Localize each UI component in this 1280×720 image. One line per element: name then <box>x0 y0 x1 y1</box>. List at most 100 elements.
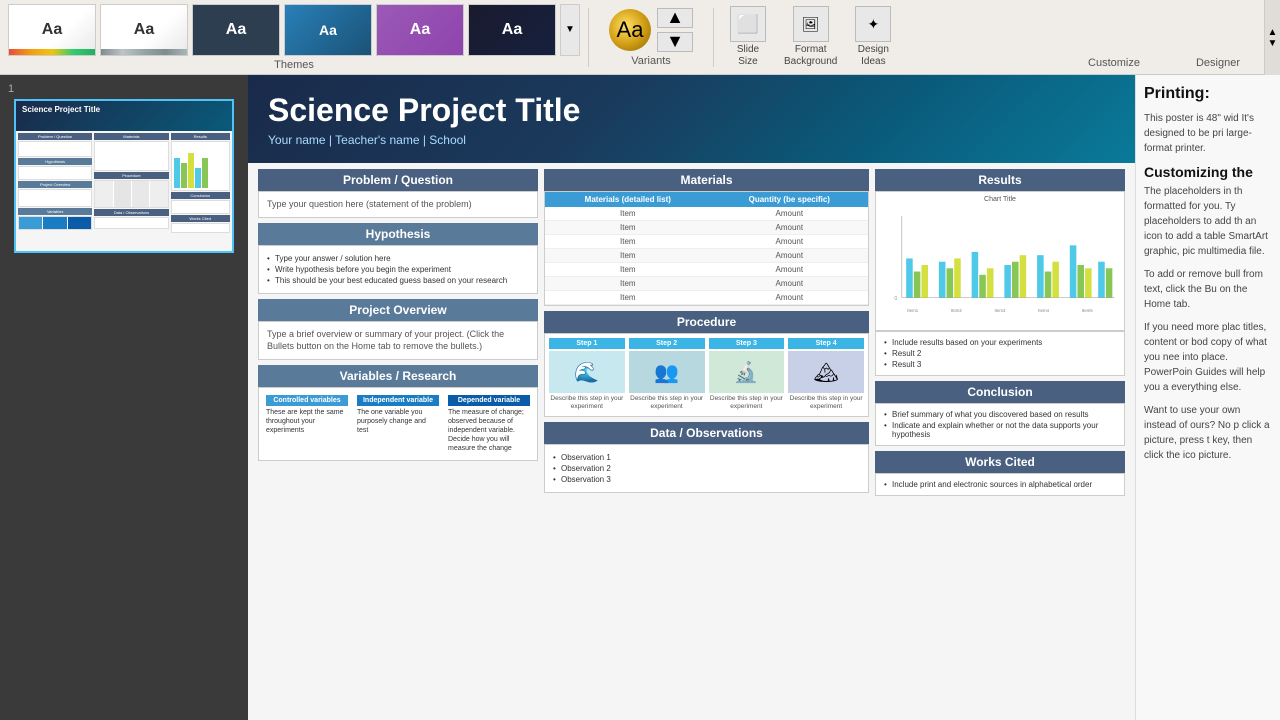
theme-default[interactable]: Aa <box>8 4 96 56</box>
materials-section: Materials Materials (detailed list) Quan… <box>544 169 869 306</box>
results-header: Results <box>875 169 1125 191</box>
problem-box[interactable]: Type your question here (statement of th… <box>258 191 538 218</box>
table-row: ItemAmount <box>545 263 868 277</box>
design-ideas-btn[interactable]: ✦ DesignIdeas <box>847 2 899 72</box>
table-row: ItemAmount <box>545 221 868 235</box>
slide-body: Problem / Question Type your question he… <box>248 163 1135 720</box>
variant-up-btn[interactable]: ▲ <box>657 8 693 28</box>
step-4-img: 🏔 <box>788 351 864 393</box>
step-4-box[interactable]: Step 4 🏔 Describe this step in your expe… <box>788 338 864 412</box>
theme-dark2[interactable]: Aa <box>468 4 556 56</box>
step-1-box[interactable]: Step 1 🌊 Describe this step in your expe… <box>549 338 625 412</box>
steps-row: Step 1 🌊 Describe this step in your expe… <box>544 333 869 417</box>
controlled-var-box[interactable]: Controlled variables These are kept the … <box>263 392 351 456</box>
design-ideas-label: DesignIdeas <box>858 44 889 68</box>
problem-content: Type your question here (statement of th… <box>259 192 537 217</box>
dependent-var-box[interactable]: Depended variable The measure of change;… <box>445 392 533 456</box>
slide-size-icon: ⬜ <box>730 6 766 42</box>
hypothesis-box[interactable]: Type your answer / solution here Write h… <box>258 245 538 294</box>
variant-down-btn[interactable]: ▼ <box>657 32 693 52</box>
step-2-box[interactable]: Step 2 👥 Describe this step in your expe… <box>629 338 705 412</box>
panel-text-3: To add or remove bull from text, click t… <box>1144 267 1272 312</box>
panel-title: Printing: <box>1144 85 1272 103</box>
variables-section: Variables / Research Controlled variable… <box>258 365 538 461</box>
format-bg-icon: 🖼 <box>793 6 829 42</box>
problem-header: Problem / Question <box>258 169 538 191</box>
materials-header: Materials <box>544 169 869 191</box>
conclusion-bullet-2: Indicate and explain whether or not the … <box>884 421 1116 439</box>
step-3-img: 🔬 <box>709 351 785 393</box>
materials-col1-header: Materials (detailed list) <box>545 192 711 207</box>
toolbar: Aa Aa Aa Aa Aa Aa ▼ Themes Aa <box>0 0 1280 75</box>
result-bullet-2: Result 2 <box>884 349 1116 358</box>
controlled-var-content: These are kept the same throughout your … <box>266 408 348 435</box>
dependent-var-content: The measure of change; observed because … <box>448 408 530 453</box>
right-panel: Printing: This poster is 48" wid It's de… <box>1135 75 1280 720</box>
hypothesis-bullet-2: Write hypothesis before you begin the ex… <box>267 265 529 274</box>
results-chart: 0 <box>880 205 1120 325</box>
format-background-btn[interactable]: 🖼 FormatBackground <box>776 2 845 72</box>
works-cited-box[interactable]: Include print and electronic sources in … <box>875 473 1125 496</box>
chart-title: Chart Title <box>880 196 1120 203</box>
customize-label: Customize <box>1088 57 1140 69</box>
step-2-img: 👥 <box>629 351 705 393</box>
themes-scroll-down[interactable]: ▼ <box>560 4 580 56</box>
svg-text:0: 0 <box>894 296 897 302</box>
slide-size-label: SlideSize <box>737 44 759 68</box>
variables-boxes: Controlled variables These are kept the … <box>258 387 538 461</box>
results-section: Results Chart Title 0 <box>875 169 1125 376</box>
theme-light[interactable]: Aa <box>100 4 188 56</box>
conclusion-bullet-1: Brief summary of what you discovered bas… <box>884 410 1116 419</box>
svg-text:Item5: Item5 <box>1082 308 1093 313</box>
overview-content: Type a brief overview or summary of your… <box>259 322 537 359</box>
slide-thumbnail[interactable]: Science Project Title Problem / Question… <box>14 99 234 253</box>
step-1-img: 🌊 <box>549 351 625 393</box>
conclusion-box[interactable]: Brief summary of what you discovered bas… <box>875 403 1125 446</box>
independent-var-box[interactable]: Independent variable The one variable yo… <box>354 392 442 456</box>
dependent-var-header: Depended variable <box>448 395 530 406</box>
works-cited-section: Works Cited Include print and electronic… <box>875 451 1125 496</box>
overview-box[interactable]: Type a brief overview or summary of your… <box>258 321 538 360</box>
overview-header: Project Overview <box>258 299 538 321</box>
main-area: 1 Science Project Title Problem / Questi… <box>0 75 1280 720</box>
slides-panel: 1 Science Project Title Problem / Questi… <box>0 75 248 720</box>
materials-col2-header: Quantity (be specific) <box>711 192 868 207</box>
right-column: Results Chart Title 0 <box>875 169 1125 714</box>
design-ideas-icon: ✦ <box>855 6 891 42</box>
procedure-section: Procedure Step 1 🌊 Describe this step in… <box>544 311 869 417</box>
materials-table: Materials (detailed list) Quantity (be s… <box>545 192 868 305</box>
hypothesis-header: Hypothesis <box>258 223 538 245</box>
materials-box[interactable]: Materials (detailed list) Quantity (be s… <box>544 191 869 306</box>
works-cited-content: Include print and electronic sources in … <box>884 480 1116 489</box>
independent-var-content: The one variable you purposely change an… <box>357 408 439 435</box>
variables-header: Variables / Research <box>258 365 538 387</box>
themes-label: Themes <box>8 59 580 71</box>
results-bullets-box[interactable]: Include results based on your experiment… <box>875 331 1125 376</box>
panel-text-4: If you need more plac titles, content or… <box>1144 320 1272 395</box>
table-row: ItemAmount <box>545 207 868 221</box>
theme-dark[interactable]: Aa <box>192 4 280 56</box>
slide-size-btn[interactable]: ⬜ SlideSize <box>722 2 774 72</box>
step-3-box[interactable]: Step 3 🔬 Describe this step in your expe… <box>709 338 785 412</box>
thumb-title: Science Project Title <box>22 105 226 114</box>
conclusion-section: Conclusion Brief summary of what you dis… <box>875 381 1125 446</box>
works-cited-header: Works Cited <box>875 451 1125 473</box>
data-section: Data / Observations Observation 1 Observ… <box>544 422 869 493</box>
controlled-var-header: Controlled variables <box>266 395 348 406</box>
table-row: ItemAmount <box>545 277 868 291</box>
hypothesis-bullet-1: Type your answer / solution here <box>267 254 529 263</box>
variants-label: Variants <box>631 55 671 67</box>
panel-text-5: Want to use your own instead of ours? No… <box>1144 403 1272 463</box>
toolbar-scroll-btn[interactable]: ▲▼ <box>1264 0 1280 75</box>
chart-area[interactable]: Chart Title 0 <box>875 191 1125 331</box>
theme-blue[interactable]: Aa <box>284 4 372 56</box>
step-3-label: Step 3 <box>709 338 785 349</box>
theme-purple[interactable]: Aa <box>376 4 464 56</box>
hypothesis-section: Hypothesis Type your answer / solution h… <box>258 223 538 294</box>
data-box[interactable]: Observation 1 Observation 2 Observation … <box>544 444 869 493</box>
procedure-header: Procedure <box>544 311 869 333</box>
format-bg-label: FormatBackground <box>784 44 837 68</box>
step-3-desc: Describe this step in your experiment <box>709 395 785 412</box>
panel-text-2: The placeholders in th formatted for you… <box>1144 184 1272 259</box>
slide-canvas[interactable]: Science Project Title Your name | Teache… <box>248 75 1135 720</box>
